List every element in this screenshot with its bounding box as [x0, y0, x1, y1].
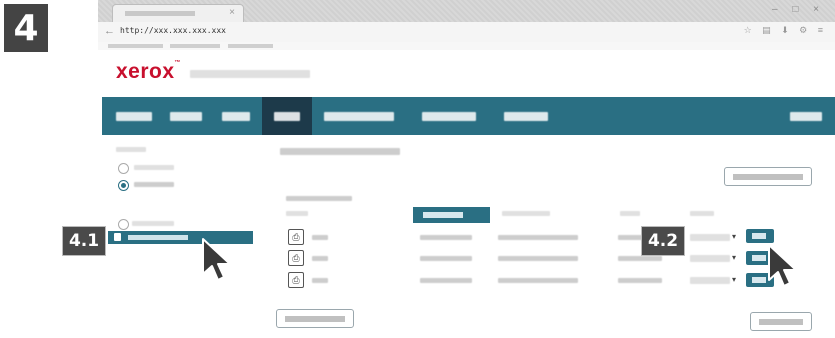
- browser-tab[interactable]: ×: [112, 4, 244, 23]
- table-cell: [498, 256, 578, 261]
- radio-option-label: [134, 182, 174, 187]
- radio-option-label: [132, 221, 174, 226]
- bookmark-item[interactable]: [170, 44, 220, 48]
- step-number-badge: 4: [4, 4, 48, 52]
- table-cell: [420, 278, 472, 283]
- table-cell: [498, 235, 578, 240]
- callout-4-1: 4.1: [62, 226, 106, 256]
- toolbar-icons[interactable]: ☆ ▤ ⬇ ⚙ ≡: [744, 25, 827, 36]
- row-action-label: [752, 255, 766, 261]
- row-action-label: [752, 233, 766, 239]
- window-controls[interactable]: – □ ×: [772, 4, 825, 15]
- logo-text: xerox: [116, 60, 175, 83]
- table-cell: [312, 256, 328, 261]
- browser-window: × – □ × ← http://xxx.xxx.xxx.xxx ☆ ▤ ⬇ ⚙…: [98, 0, 835, 338]
- column-header[interactable]: [620, 211, 640, 216]
- radio-option-label: [134, 165, 174, 170]
- section-title: [280, 148, 400, 155]
- nav-item[interactable]: [422, 112, 476, 121]
- table-cell: [312, 235, 328, 240]
- printer-icon: ⎙: [288, 272, 304, 288]
- folder-icon: [114, 233, 121, 241]
- bookmark-item[interactable]: [228, 44, 273, 48]
- page-header-title: [190, 70, 310, 78]
- primary-button-label: [759, 319, 803, 325]
- chevron-down-icon[interactable]: ▾: [732, 253, 736, 262]
- close-icon[interactable]: ×: [229, 7, 235, 18]
- table-title: [286, 196, 352, 201]
- nav-item-user[interactable]: [790, 112, 822, 121]
- nav-item[interactable]: [222, 112, 250, 121]
- radio-option[interactable]: [118, 163, 129, 174]
- row-action-button[interactable]: [746, 229, 774, 243]
- mouse-pointer-icon: [202, 238, 231, 281]
- row-dropdown[interactable]: [690, 277, 730, 284]
- bookmarks-bar: [98, 42, 835, 50]
- primary-button[interactable]: [750, 312, 812, 331]
- column-header[interactable]: [690, 211, 714, 216]
- column-header[interactable]: [286, 211, 308, 216]
- row-dropdown[interactable]: [690, 234, 730, 241]
- tab-strip: × – □ ×: [98, 0, 835, 23]
- add-button-label: [733, 174, 803, 180]
- secondary-button-label: [285, 316, 345, 322]
- add-button[interactable]: [724, 167, 812, 186]
- printer-icon: ⎙: [288, 250, 304, 266]
- table-cell: [420, 256, 472, 261]
- nav-item[interactable]: [116, 112, 152, 121]
- column-header-active[interactable]: [413, 207, 490, 223]
- nav-item[interactable]: [504, 112, 548, 121]
- main-navigation: [102, 97, 835, 135]
- column-header[interactable]: [502, 211, 550, 216]
- radio-option[interactable]: [118, 219, 129, 230]
- table-cell: [618, 278, 662, 283]
- table-cell: [312, 278, 328, 283]
- printer-icon: ⎙: [288, 229, 304, 245]
- table-cell: [618, 256, 662, 261]
- nav-item[interactable]: [324, 112, 394, 121]
- radio-option-selected[interactable]: [118, 180, 129, 191]
- table-cell: [498, 278, 578, 283]
- row-dropdown[interactable]: [690, 255, 730, 262]
- tab-title: [125, 11, 195, 16]
- mouse-pointer-icon: [768, 244, 797, 287]
- xerox-logo: xerox™: [116, 60, 181, 84]
- column-header-label: [423, 212, 463, 218]
- row-action-label: [752, 277, 766, 283]
- secondary-button[interactable]: [276, 309, 354, 328]
- table-cell: [420, 235, 472, 240]
- url-text[interactable]: http://xxx.xxx.xxx.xxx: [120, 26, 226, 35]
- bookmark-item[interactable]: [108, 44, 163, 48]
- sidebar-item-label: [128, 235, 188, 240]
- nav-item-active[interactable]: [262, 97, 312, 135]
- nav-item[interactable]: [170, 112, 202, 121]
- callout-4-2: 4.2: [641, 226, 685, 256]
- chevron-down-icon[interactable]: ▾: [732, 232, 736, 241]
- arrow-left-icon[interactable]: ←: [104, 25, 115, 37]
- sidebar-heading: [116, 147, 146, 152]
- chevron-down-icon[interactable]: ▾: [732, 275, 736, 284]
- address-bar[interactable]: ← http://xxx.xxx.xxx.xxx ☆ ▤ ⬇ ⚙ ≡: [98, 22, 835, 43]
- logo-trademark: ™: [174, 60, 182, 66]
- nav-item-active-label: [274, 112, 300, 121]
